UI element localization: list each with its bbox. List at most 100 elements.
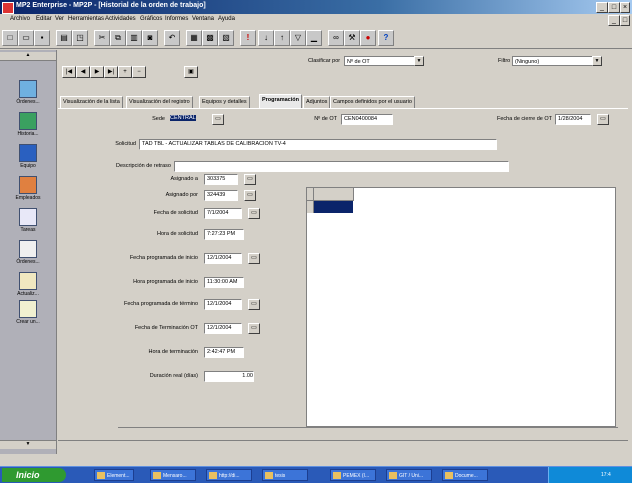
schedule-row-field[interactable]: 12/1/2004 [204,323,242,334]
sidebar-item-crear[interactable]: Crear un... [0,300,56,325]
sidebar-item-empleados[interactable]: Empleados [0,176,56,201]
sidebar-scroll-down[interactable]: ▼ [0,440,56,449]
task-button[interactable]: Element... [94,469,134,481]
open-icon[interactable]: ▭ [18,30,34,46]
tab-equipos[interactable]: Equipos y detalles [199,96,250,108]
app-icon[interactable] [2,2,14,14]
schedule-row-field[interactable]: 7/1/2004 [204,208,242,219]
menu-ayuda[interactable]: Ayuda [218,16,235,22]
cierre-calendar-button[interactable]: ▭ [597,114,609,125]
menu-actividades[interactable]: Actividades [105,16,136,22]
menu-ver[interactable]: Ver [55,16,64,22]
schedule-row-field[interactable]: 1.00 [204,371,254,382]
filter-icon[interactable]: ▽ [290,30,306,46]
sede-lookup-button[interactable]: ▭ [212,114,224,125]
menu-ventana[interactable]: Ventana [192,16,214,22]
alert-icon[interactable]: ! [240,30,256,46]
sidebar-item-actualiz[interactable]: Actualiz... [0,272,56,297]
undo-icon[interactable]: ↶ [164,30,180,46]
lookup-button[interactable]: ▭ [248,323,260,334]
first-record-button[interactable]: |◀ [62,66,76,78]
sort-select[interactable]: Nº de OT [344,56,414,66]
tab-campos[interactable]: Campos definidos por el usuario [330,96,415,108]
task-button[interactable]: Docume... [442,469,488,481]
workorder-icon[interactable]: ⚒ [344,30,360,46]
preview-icon[interactable]: ◳ [72,30,88,46]
lookup-button[interactable]: ▭ [248,208,260,219]
tab-registro[interactable]: Visualización del registro [126,96,193,108]
binoculars-icon[interactable]: ∞ [328,30,344,46]
lookup-button[interactable]: ▭ [248,253,260,264]
lookup-button[interactable]: ▭ [248,299,260,310]
schedule-row-field[interactable]: 7:27:23 PM [204,229,244,240]
tab-adjuntos[interactable]: Adjuntos [303,96,331,108]
minimize-button[interactable]: _ [596,2,608,13]
task-button[interactable]: PEMEX (I... [330,469,376,481]
schedule-grid[interactable] [306,187,616,427]
solicitud-field[interactable]: TAD TBL - ACTUALIZAR TABLAS DE CALIBRACI… [139,139,497,150]
schedule-row-field[interactable]: 303375 [204,174,238,185]
task-button[interactable]: tesis [262,469,308,481]
delete-record-button[interactable]: − [132,66,146,78]
menu-informes[interactable]: Informes [165,16,188,22]
last-record-button[interactable]: ▶| [104,66,118,78]
save-icon[interactable]: ▪ [34,30,50,46]
tab-lista[interactable]: Visualización de la lista [60,96,123,108]
prev-record-button[interactable]: ◀ [76,66,90,78]
schedule-row-field[interactable]: 12/1/2004 [204,299,242,310]
schedule-row-field[interactable]: 2:42:47 PM [204,347,244,358]
cierre-field[interactable]: 1/28/2004 [555,114,591,125]
next-record-button[interactable]: ▶ [90,66,104,78]
child-restore-button[interactable]: □ [620,15,630,26]
sort-desc-icon[interactable]: ↑ [274,30,290,46]
sidebar-item-ordenes[interactable]: Órdenes... [0,80,56,105]
report-icon[interactable]: ▧ [218,30,234,46]
stop-icon[interactable]: ● [360,30,376,46]
sidebar-item-ordenes-2[interactable]: Órdenes... [0,240,56,265]
add-record-button[interactable]: + [118,66,132,78]
close-button[interactable]: × [620,2,630,13]
paste-icon[interactable]: ▥ [126,30,142,46]
ot-field[interactable]: CEN0400084 [341,114,393,125]
copy-icon[interactable]: ⧉ [110,30,126,46]
schedule-row-field[interactable]: 12/1/2004 [204,253,242,264]
chart-icon[interactable]: ▁ [306,30,322,46]
tab-programacion[interactable]: Programación [259,94,302,108]
help-pointer-icon[interactable]: ? [378,30,394,46]
child-minimize-button[interactable]: _ [608,15,620,26]
filter-select[interactable]: (Ninguno) [512,56,592,66]
lookup-button[interactable]: ▭ [244,190,256,201]
start-button[interactable]: Inicio [2,468,66,482]
new-icon[interactable]: □ [2,30,18,46]
grid-row-selector[interactable] [307,201,314,213]
sede-field[interactable]: CENTRAL [168,114,204,125]
retraso-field[interactable] [174,161,509,172]
form-icon[interactable]: ▦ [186,30,202,46]
schedule-row-field[interactable]: 11:30:00 AM [204,277,244,288]
cut-icon[interactable]: ✂ [94,30,110,46]
grid-corner[interactable] [307,188,314,200]
menu-herramientas[interactable]: Herramientas [68,16,104,22]
menu-archivo[interactable]: Archivo [10,16,30,22]
find-record-icon[interactable]: ◙ [142,30,158,46]
menu-editar[interactable]: Editar [36,16,52,22]
record-icon[interactable]: ▣ [184,66,198,78]
sidebar-item-equipo[interactable]: Equipo [0,144,56,169]
sort-asc-icon[interactable]: ↓ [258,30,274,46]
maximize-button[interactable]: □ [608,2,620,13]
lookup-button[interactable]: ▭ [244,174,256,185]
grid-selected-cell[interactable] [314,201,353,213]
chevron-down-icon[interactable]: ▼ [592,56,602,66]
chevron-down-icon[interactable]: ▼ [414,56,424,66]
print-icon[interactable]: ▤ [56,30,72,46]
menu-graficos[interactable]: Gráficos [140,16,162,22]
task-button[interactable]: http://di... [206,469,252,481]
sidebar-item-tareas[interactable]: Tareas [0,208,56,233]
sidebar-item-historia[interactable]: Historia... [0,112,56,137]
clock[interactable]: 17:4 [601,472,611,478]
schedule-row-field[interactable]: 324439 [204,190,238,201]
sidebar-scroll-up[interactable]: ▲ [0,52,56,61]
task-button[interactable]: Mensaro... [150,469,196,481]
task-button[interactable]: GIT / Uni... [386,469,432,481]
grid-icon[interactable]: ▩ [202,30,218,46]
